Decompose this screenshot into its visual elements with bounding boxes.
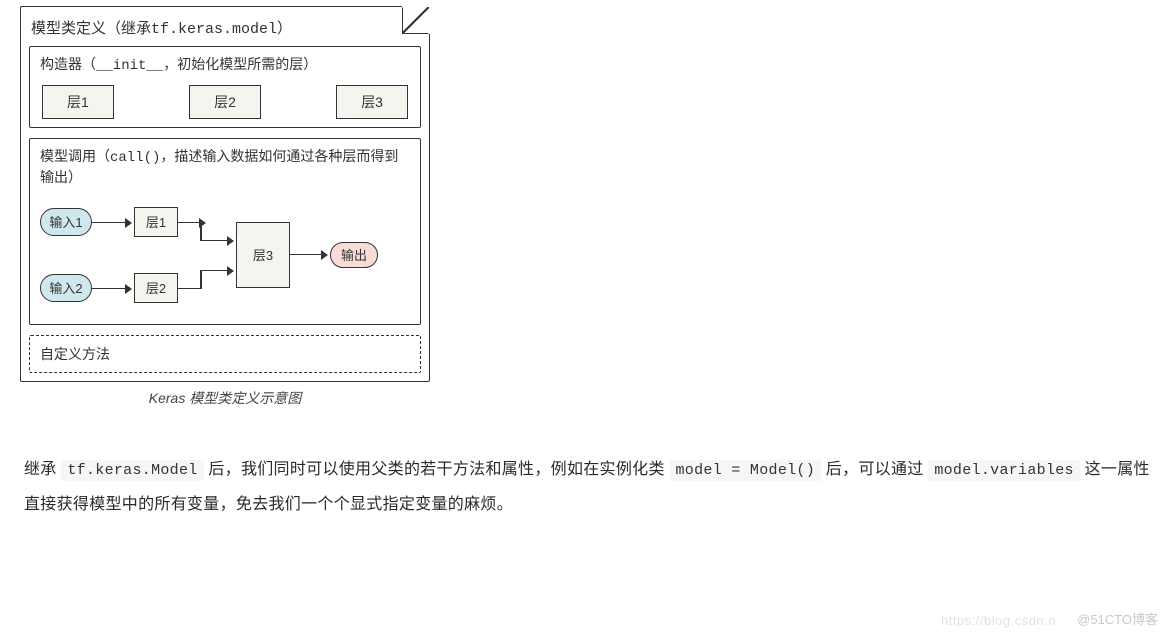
model-class-title: 模型类定义（继承tf.keras.model） <box>29 13 421 46</box>
arrow-icon <box>290 254 322 256</box>
para-t2: 后，我们同时可以使用父类的若干方法和属性，例如在实例化类 <box>204 461 670 478</box>
custom-methods-section: 自定义方法 <box>29 335 421 373</box>
layer-2-node: 层2 <box>134 273 178 303</box>
call-flow-diagram: 输入1 输入2 层1 层2 层3 输出 .noarrow::after{disp… <box>40 196 410 316</box>
title-text-post: ） <box>277 20 292 37</box>
connector-line <box>178 288 200 290</box>
code-tf-keras-model: tf.keras.Model <box>61 460 203 481</box>
para-t1: 继承 <box>24 461 61 478</box>
constructor-label: 构造器（__init__，初始化模型所需的层） <box>40 55 410 77</box>
input-1-node: 输入1 <box>40 208 92 236</box>
constructor-code: __init__ <box>96 58 163 74</box>
layer-1-node: 层1 <box>134 207 178 237</box>
arrow-icon <box>200 240 228 242</box>
call-code: call() <box>110 150 160 166</box>
code-model-variables: model.variables <box>928 460 1080 481</box>
call-pre: 模型调用（ <box>40 148 110 164</box>
layer-2-box: 层2 <box>189 85 261 119</box>
call-label: 模型调用（call()，描述输入数据如何通过各种层而得到输出） <box>40 147 410 188</box>
constructor-pre: 构造器（ <box>40 56 96 72</box>
input-2-node: 输入2 <box>40 274 92 302</box>
layer-1-box: 层1 <box>42 85 114 119</box>
custom-methods-label: 自定义方法 <box>40 346 110 362</box>
title-text-pre: 模型类定义（继承 <box>31 20 151 37</box>
description-paragraph: 继承 tf.keras.Model 后，我们同时可以使用父类的若干方法和属性，例… <box>24 452 1152 522</box>
output-node: 输出 <box>330 242 378 268</box>
folded-corner-icon <box>402 6 430 34</box>
diagram-caption: Keras 模型类定义示意图 <box>20 388 430 408</box>
title-code: tf.keras.model <box>151 21 277 38</box>
model-class-definition-box: 模型类定义（继承tf.keras.model） 构造器（__init__，初始化… <box>20 6 430 382</box>
para-t3: 后，可以通过 <box>821 461 928 478</box>
constructor-layers-row: 层1 层2 层3 <box>40 85 410 119</box>
watermark-51cto: @51CTO博客 <box>1077 609 1158 628</box>
keras-model-diagram: 模型类定义（继承tf.keras.model） 构造器（__init__，初始化… <box>20 6 430 408</box>
arrow-icon <box>92 222 126 224</box>
call-section: 模型调用（call()，描述输入数据如何通过各种层而得到输出） 输入1 输入2 … <box>29 138 421 325</box>
connector-line <box>200 270 202 289</box>
constructor-post: ，初始化模型所需的层） <box>163 56 317 72</box>
layer-3-box: 层3 <box>336 85 408 119</box>
constructor-section: 构造器（__init__，初始化模型所需的层） 层1 层2 层3 <box>29 46 421 128</box>
layer-3-node: 层3 <box>236 222 290 288</box>
arrow-icon <box>200 270 228 272</box>
watermark-csdn: https://blog.csdn.n <box>941 613 1056 628</box>
code-model-instance: model = Model() <box>670 460 822 481</box>
arrow-icon <box>92 288 126 290</box>
connector-line <box>178 222 200 224</box>
